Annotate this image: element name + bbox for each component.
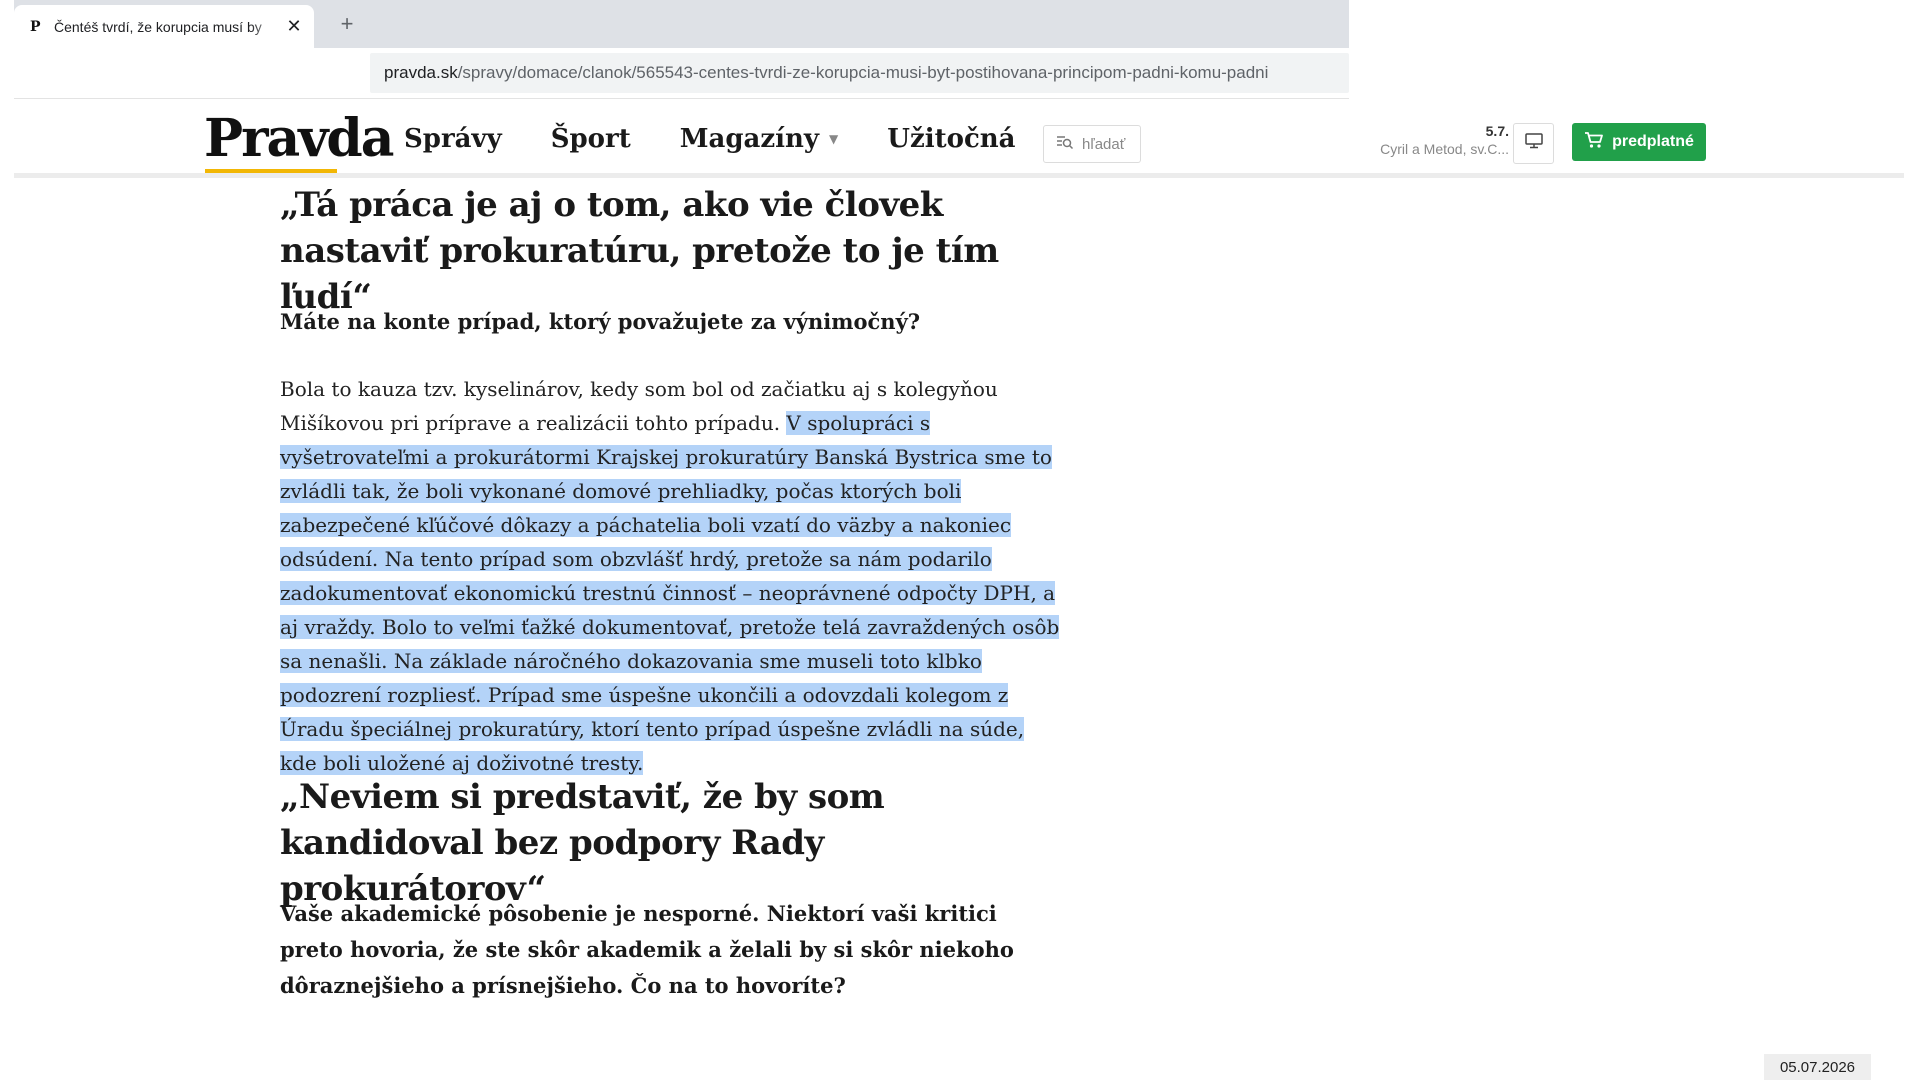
article-subhead: „Neviem si predstaviť, že by som kandido… [280, 777, 885, 909]
display-mode-button[interactable] [1513, 123, 1554, 164]
nav-label: Správy [404, 124, 502, 154]
date-block: 5.7. Cyril a Metod, sv.C... [1359, 123, 1509, 157]
browser-toolbar: pravda.sk/spravy/domace/clanok/565543-ce… [14, 48, 1349, 98]
new-tab-plus-icon[interactable]: + [332, 10, 362, 40]
interview-question: Vaše akademické pôsobenie je nesporné. N… [280, 901, 1014, 998]
search-list-icon [1056, 134, 1074, 154]
cart-icon [1584, 131, 1604, 154]
nav-label: Užitočná [887, 124, 1016, 154]
article-subhead: „Tá práca je aj o tom, ako vie človek na… [280, 185, 999, 317]
url-path: /spravy/domace/clanok/565543-centes-tvrd… [457, 63, 1269, 82]
site-logo[interactable]: Pravda [204, 109, 394, 169]
main-nav: Správy Šport Magazíny ▼ Užitočná [404, 119, 1065, 159]
monitor-icon [1524, 133, 1543, 154]
header-rule [14, 173, 1904, 178]
nav-item-magaziny[interactable]: Magazíny ▼ [680, 124, 839, 154]
current-date: 5.7. [1485, 123, 1509, 139]
nav-label: Šport [550, 124, 631, 154]
caret-down-icon: ▼ [829, 132, 839, 146]
nav-item-spravy[interactable]: Správy [404, 124, 502, 154]
subscribe-label: predplatné [1612, 133, 1694, 150]
nav-item-sport[interactable]: Šport [551, 124, 631, 154]
tab-title: Čentéš tvrdí, že korupcia musí by [54, 18, 262, 35]
date-stamp: 05.07.2026 [1764, 1054, 1871, 1080]
pravda-favicon-icon: P [30, 18, 41, 35]
interview-question: Máte na konte prípad, ktorý považujete z… [280, 309, 921, 334]
nav-item-uzitocna[interactable]: Užitočná [887, 124, 1015, 154]
browser-tabstrip: P Čentéš tvrdí, že korupcia musí by ✕ + [14, 0, 1349, 48]
name-days: Cyril a Metod, sv.C... [1380, 141, 1509, 157]
close-tab-icon[interactable]: ✕ [284, 16, 304, 37]
subscribe-button[interactable]: predplatné [1572, 123, 1706, 161]
site-header: Pravda Správy Šport Magazíny ▼ Užitočná h… [14, 99, 1904, 175]
browser-tab[interactable]: P Čentéš tvrdí, že korupcia musí by ✕ [14, 5, 314, 48]
url-host: pravda.sk [384, 63, 458, 82]
nav-label: Magazíny [679, 124, 820, 154]
interview-answer: Bola to kauza tzv. kyselinárov, kedy som… [280, 372, 1060, 780]
address-bar[interactable]: pravda.sk/spravy/domace/clanok/565543-ce… [370, 53, 1349, 93]
search-box[interactable]: hľadať [1043, 125, 1141, 163]
search-placeholder: hľadať [1082, 135, 1126, 153]
selected-text: V spolupráci s vyšetrovateľmi a prokurát… [280, 411, 1060, 775]
